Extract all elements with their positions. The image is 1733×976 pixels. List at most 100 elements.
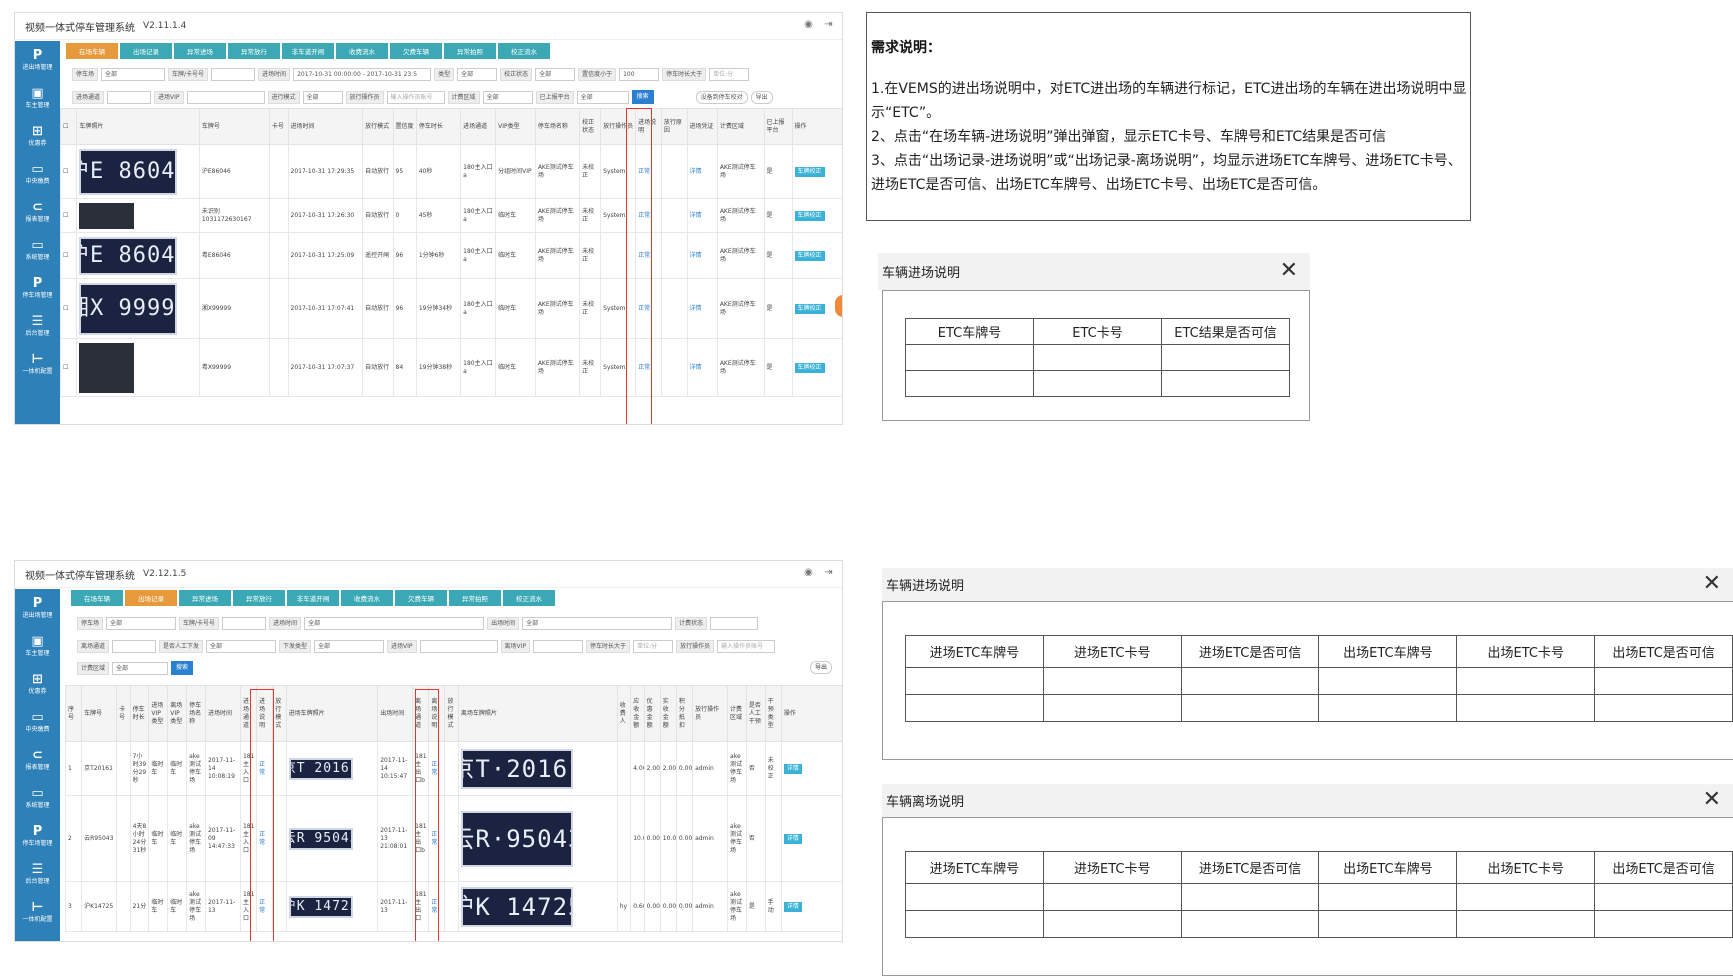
cell-note[interactable]: 正常 [635,278,662,339]
cell-voucher[interactable]: 详情 [686,198,718,233]
sidebar-item[interactable]: ⊞ 优惠券 [15,665,60,703]
sidebar-item[interactable]: ▣ 车主管理 [15,627,60,665]
filter-entry-time-input[interactable]: 全部 [304,616,485,630]
detail-button[interactable]: 详情 [783,763,802,774]
exit-plate-photo[interactable]: 沪K 14725 [460,886,573,927]
plate-photo[interactable] [79,342,135,393]
sidebar-item[interactable]: ⊢ 一体机配置 [15,345,60,383]
tab[interactable]: 异常放行 [228,43,280,59]
tab[interactable]: 异常放行 [233,590,285,606]
filter-plate-input[interactable] [211,67,256,81]
tab[interactable]: 在场车辆 [71,590,123,606]
user-icon[interactable]: ◉ [803,567,814,578]
filter-channel-select[interactable] [107,90,152,104]
cell-voucher[interactable]: 详情 [686,338,718,397]
tab[interactable]: 收费流水 [336,43,388,59]
cell-nout[interactable]: 正常 [428,795,446,882]
filter-lot-select[interactable]: 全部 [106,616,177,630]
filter-vip-select[interactable] [186,90,265,104]
logout-icon[interactable]: ⇥ [823,19,834,30]
filter-type-select[interactable]: 全部 [457,67,498,81]
row-checkbox[interactable]: ☐ [59,198,78,233]
export-button[interactable]: 导出 [750,90,773,104]
filter-calib-select[interactable]: 全部 [535,67,576,81]
sidebar-item[interactable]: ⊂ 报表管理 [15,193,60,231]
filter-conf-input[interactable]: 100 [619,67,660,81]
sidebar-item[interactable]: ☰ 后台管理 [15,307,60,345]
plate-photo[interactable]: 沪E 86046 [79,236,178,275]
sidebar-item[interactable]: ▭ 系统管理 [15,231,60,269]
sidebar-item[interactable]: ▭ 中央缴费 [15,703,60,741]
filter-operator-input[interactable]: 输入操作员账号 [717,639,776,653]
sidebar-item[interactable]: ▭ 中央缴费 [15,155,60,193]
calibrate-plate-button[interactable]: 车牌校正 [794,362,825,373]
tab[interactable]: 非车道开闸 [282,43,334,59]
sidebar-item[interactable]: ⊞ 优惠券 [15,117,60,155]
tab[interactable]: 欠费车辆 [395,590,447,606]
filter-area-select[interactable]: 全部 [112,661,169,675]
sidebar-item[interactable]: P 停车场管理 [15,817,60,855]
plate-photo[interactable]: 沪E 86046 [79,148,178,195]
cell-voucher[interactable]: 详情 [686,144,718,199]
sidebar-item[interactable]: ▭ 系统管理 [15,779,60,817]
sidebar-item[interactable]: P 进出场管理 [15,41,60,79]
filter-duration-input[interactable]: 单位:分 [633,639,674,653]
sidebar-item[interactable]: ☰ 后台管理 [15,855,60,893]
cell-note[interactable]: 正常 [635,198,662,233]
tab[interactable]: 在场车辆 [66,43,118,59]
search-button[interactable]: 搜索 [171,661,194,675]
export-button[interactable]: 导出 [809,661,832,674]
sidebar-item[interactable]: ▣ 车主管理 [15,79,60,117]
sidebar-item[interactable]: ⊢ 一体机配置 [15,893,60,931]
filter-uploaded-select[interactable]: 全部 [576,90,629,104]
plate-photo[interactable] [79,202,135,229]
entry-plate-photo[interactable]: 沪K 14725 [288,895,353,918]
filter-exit-channel-select[interactable] [112,639,157,653]
filter-duration-input[interactable]: 单位:分 [709,67,750,81]
filter-time-input[interactable]: 2017-10-31 00:00:00 - 2017-10-31 23:5 [293,67,432,81]
cell-voucher[interactable]: 详情 [686,232,718,279]
cell-nin[interactable]: 正常 [256,741,274,796]
cell-nin[interactable]: 正常 [256,881,274,932]
search-button[interactable]: 搜索 [631,90,654,104]
row-checkbox[interactable]: ☐ [59,232,78,279]
tab[interactable]: 异常进场 [174,43,226,59]
tab[interactable]: 非车道开闸 [287,590,339,606]
float-tab[interactable] [835,295,842,317]
cell-note[interactable]: 正常 [635,338,662,397]
cell-note[interactable]: 正常 [635,144,662,199]
row-checkbox[interactable]: ☐ [59,278,78,339]
filter-vip-out-select[interactable] [533,639,584,653]
sidebar-item[interactable]: P 停车场管理 [15,269,60,307]
tab[interactable]: 出场记录 [120,43,172,59]
tab[interactable]: 校正流水 [498,43,550,59]
sidebar-item[interactable]: P 进出场管理 [15,589,60,627]
row-checkbox[interactable]: ☐ [59,144,78,199]
filter-issue-select[interactable]: 全部 [314,639,385,653]
tab[interactable]: 欠费车辆 [390,43,442,59]
calibrate-plate-button[interactable]: 车牌校正 [794,303,825,314]
cell-nout[interactable]: 正常 [428,741,446,796]
detail-button[interactable]: 详情 [783,901,802,912]
filter-manual-select[interactable]: 全部 [206,639,277,653]
tab[interactable]: 出场记录 [125,590,177,606]
sidebar-item[interactable]: ⊂ 报表管理 [15,741,60,779]
cell-note[interactable]: 正常 [635,232,662,279]
filter-vip-in-select[interactable] [419,639,498,653]
entry-plate-photo[interactable]: 京T 20161 [288,757,353,780]
entry-plate-photo[interactable]: 云R 95043 [288,827,353,850]
filter-paid-select[interactable] [710,616,759,630]
user-icon[interactable]: ◉ [803,19,814,30]
tab[interactable]: 异常拍照 [444,43,496,59]
exit-plate-photo[interactable]: 京T·20161 [460,748,573,789]
tab[interactable]: 异常拍照 [449,590,501,606]
calibrate-plate-button[interactable]: 车牌校正 [794,210,825,221]
plate-photo[interactable]: 湘X 99999 [79,282,178,335]
mark-button[interactable]: 设备到停车校对 [695,90,748,104]
tab[interactable]: 校正流水 [503,590,555,606]
logout-icon[interactable]: ⇥ [823,567,834,578]
cell-nout[interactable]: 正常 [428,881,446,932]
close-icon[interactable]: ✕ [1703,573,1721,595]
row-checkbox[interactable]: ☐ [59,338,78,397]
filter-exit-time-input[interactable]: 全部 [522,616,673,630]
